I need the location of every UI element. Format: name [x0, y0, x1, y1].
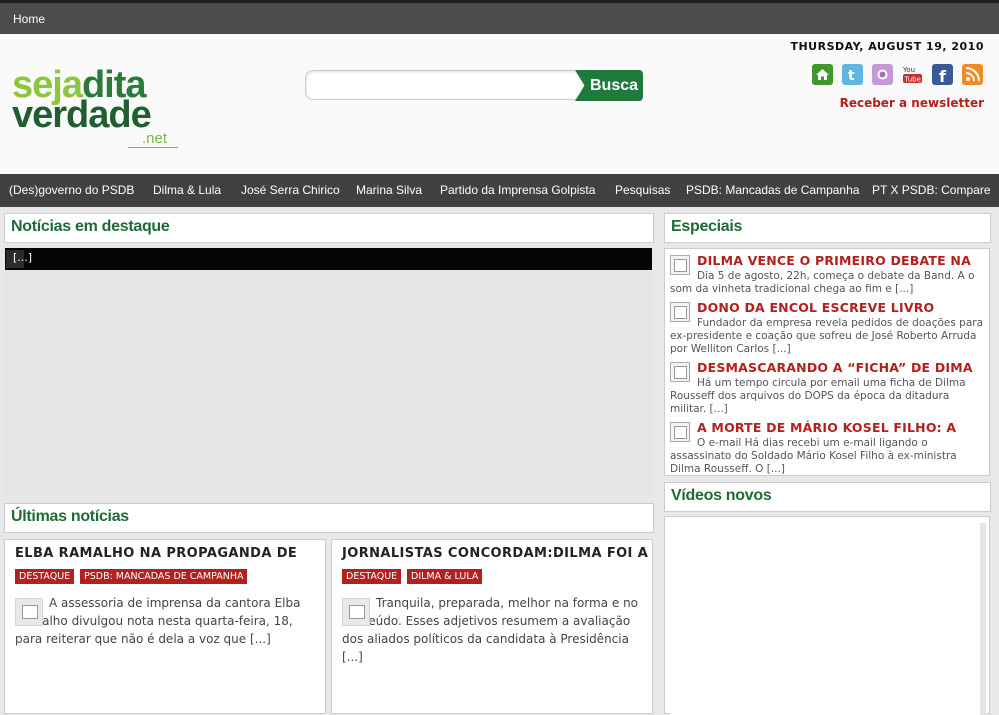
current-date: THURSDAY, AUGUST 19, 2010 [790, 40, 984, 53]
news-title-link[interactable]: JORNALISTAS CONCORDAM:DILMA FOI A [342, 546, 648, 561]
svg-text:You: You [902, 66, 915, 74]
rss-icon[interactable] [962, 64, 983, 85]
news-title-link[interactable]: ELBA RAMALHO NA PROPAGANDA DE [15, 546, 297, 561]
twitter-icon[interactable]: t [842, 64, 863, 85]
videos-panel [664, 516, 990, 715]
article-excerpt: O e-mail Há dias recebi um e-mail ligand… [670, 437, 957, 475]
ultimas-heading: Últimas notícias [11, 508, 129, 525]
nav-item[interactable]: Dilma & Lula [153, 183, 221, 197]
home-icon[interactable] [812, 64, 833, 85]
logo-suffix: .net [142, 130, 168, 147]
nav-item[interactable]: PSDB: Mancadas de Campanha [686, 183, 859, 197]
news-thumbnail[interactable] [342, 598, 370, 626]
article-title-link[interactable]: DILMA VENCE O PRIMEIRO DEBATE NA [697, 253, 971, 268]
search-form: Busca [305, 70, 643, 102]
category-nav: (Des)governo do PSDB Dilma & Lula José S… [0, 174, 999, 207]
nav-item[interactable]: José Serra Chirico [241, 183, 340, 197]
site-logo[interactable]: sejadita verdade .net [12, 66, 182, 151]
article-excerpt: Fundador da empresa revela pedidos de do… [670, 317, 984, 355]
site-header: sejadita verdade .net Busca THURSDAY, AU… [0, 34, 999, 174]
svg-text:Tube: Tube [904, 76, 921, 84]
svg-text:f: f [939, 67, 947, 85]
videos-heading: Vídeos novos [671, 487, 772, 504]
news-card: JORNALISTAS CONCORDAM:DILMA FOI A DESTAQ… [331, 539, 653, 714]
article-excerpt: Dia 5 de agosto, 22h, começa o debate da… [670, 270, 975, 295]
youtube-icon[interactable]: You Tube [902, 64, 923, 85]
nav-item[interactable]: Partido da Imprensa Golpista [440, 183, 595, 197]
article-title-link[interactable]: DONO DA ENCOL ESCREVE LIVRO [697, 300, 934, 315]
nav-item[interactable]: Marina Silva [356, 183, 422, 197]
logo-underline [128, 147, 178, 148]
destaque-heading: Notícias em destaque [11, 218, 170, 235]
videos-header: Vídeos novos [664, 482, 991, 512]
tag-category[interactable]: DILMA & LULA [407, 569, 483, 584]
home-link[interactable]: Home [13, 12, 45, 26]
tag-destaque[interactable]: DESTAQUE [15, 569, 75, 584]
ultimas-header: Últimas notícias [4, 503, 654, 533]
especiais-heading: Especiais [671, 218, 743, 235]
news-thumbnail[interactable] [15, 598, 43, 626]
destaque-header: Notícias em destaque [4, 213, 654, 243]
search-input[interactable] [305, 70, 585, 100]
featured-slider[interactable] [5, 270, 652, 495]
facebook-icon[interactable]: f [932, 64, 953, 86]
flickr-icon[interactable] [872, 64, 893, 85]
logo-line-2: verdade [12, 94, 152, 136]
article-title-link[interactable]: A MORTE DE MÁRIO KOSEL FILHO: A [697, 420, 956, 435]
newsletter-link[interactable]: Receber a newsletter [840, 96, 984, 110]
tag-category[interactable]: PSDB: MANCADAS DE CAMPANHA [80, 569, 248, 584]
news-excerpt: A assessoria de imprensa da cantora Elba… [15, 596, 301, 646]
svg-text:t: t [848, 68, 855, 84]
news-excerpt: Tranquila, preparada, melhor na forma e … [342, 596, 639, 664]
especiais-list: DILMA VENCE O PRIMEIRO DEBATE NA Dia 5 d… [664, 248, 990, 476]
nav-item[interactable]: (Des)governo do PSDB [9, 183, 134, 197]
featured-slider-caption[interactable]: [...] [5, 248, 652, 270]
slider-caption-text: [...] [13, 251, 33, 264]
tag-destaque[interactable]: DESTAQUE [342, 569, 402, 584]
news-card: ELBA RAMALHO NA PROPAGANDA DE DESTAQUE P… [4, 539, 326, 714]
article-excerpt: Há um tempo circula por email uma ficha … [670, 377, 966, 415]
article-title-link[interactable]: DESMASCARANDO A “FICHA” DE DIMA [697, 360, 973, 375]
search-button[interactable]: Busca [575, 70, 643, 101]
nav-item[interactable]: Pesquisas [615, 183, 670, 197]
video-player-area[interactable] [670, 523, 986, 715]
nav-item[interactable]: PT X PSDB: Compare [872, 183, 991, 197]
especiais-header: Especiais [664, 213, 991, 243]
top-bar: Home [0, 0, 999, 34]
